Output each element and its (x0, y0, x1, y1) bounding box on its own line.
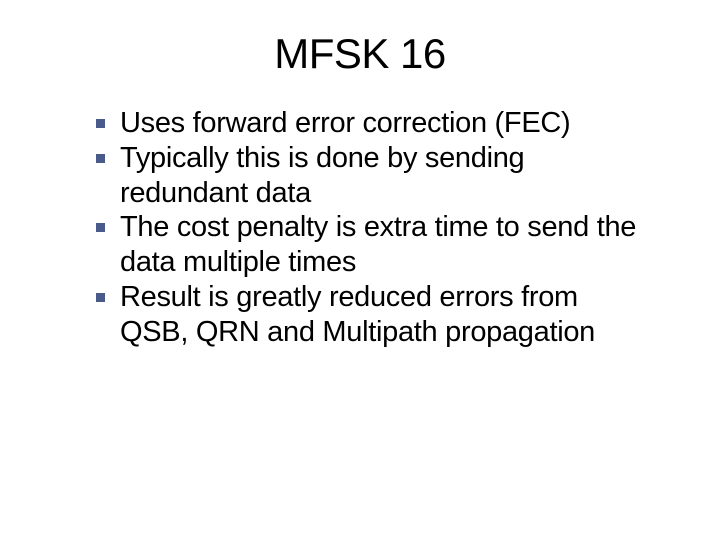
bullet-icon (96, 119, 105, 128)
list-item: Typically this is done by sending redund… (120, 141, 640, 211)
bullet-icon (96, 154, 105, 163)
list-item: Uses forward error correction (FEC) (120, 106, 640, 141)
slide: MFSK 16 Uses forward error correction (F… (0, 0, 720, 540)
bullet-text: Result is greatly reduced errors from QS… (120, 281, 595, 348)
bullet-icon (96, 223, 105, 232)
list-item: The cost penalty is extra time to send t… (120, 210, 640, 280)
bullet-list: Uses forward error correction (FEC) Typi… (50, 106, 670, 350)
bullet-icon (96, 293, 105, 302)
bullet-text: The cost penalty is extra time to send t… (120, 211, 636, 278)
bullet-text: Uses forward error correction (FEC) (120, 107, 570, 139)
slide-title: MFSK 16 (50, 30, 670, 78)
bullet-text: Typically this is done by sending redund… (120, 142, 524, 209)
list-item: Result is greatly reduced errors from QS… (120, 280, 640, 350)
